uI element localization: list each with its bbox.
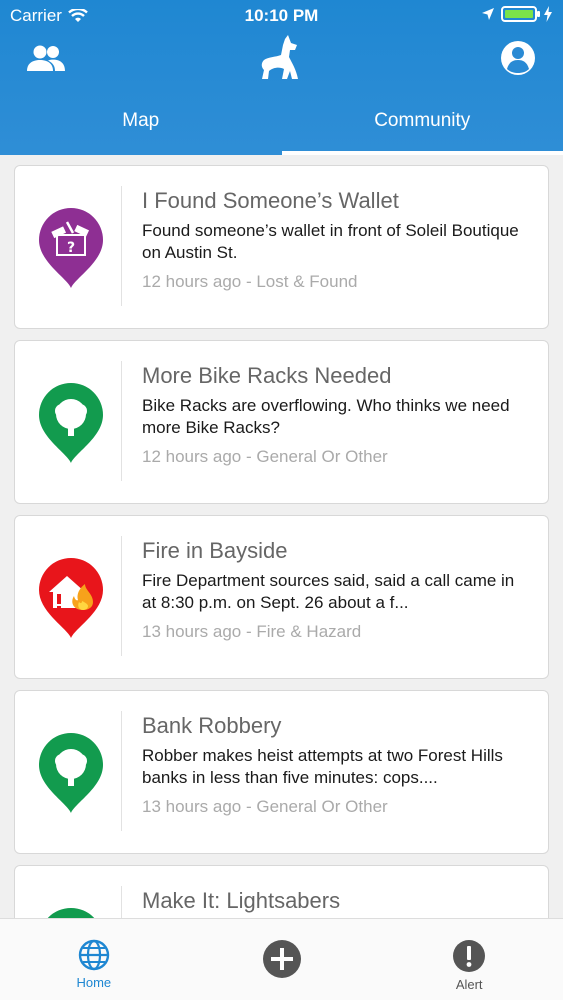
tab-community[interactable]: Community	[281, 95, 563, 155]
top-tabs: Map Community	[0, 95, 563, 155]
add-post-icon	[262, 940, 301, 978]
status-bar: Carrier 10:10 PM	[0, 0, 563, 30]
post-card[interactable]: ? I Found Someone’s Wallet Found someone…	[14, 165, 549, 329]
wolf-logo-icon	[254, 32, 310, 84]
alert-icon	[453, 940, 486, 972]
post-description: Robber makes heist attempts at two Fores…	[142, 746, 503, 787]
charging-bolt-icon	[544, 6, 552, 22]
post-title: More Bike Racks Needed	[142, 363, 392, 388]
post-title: Fire in Bayside	[142, 538, 288, 563]
users-icon	[27, 45, 65, 71]
post-title: I Found Someone’s Wallet	[142, 188, 399, 213]
tab-map[interactable]: Map	[0, 95, 282, 155]
app-header: Carrier 10:10 PM Map Community	[0, 0, 563, 155]
post-description: Found someone’s wallet in front of Solei…	[142, 221, 519, 262]
bottom-tab-bar: Home Alert	[0, 918, 563, 1000]
fire-house-icon	[39, 558, 103, 638]
globe-icon	[78, 939, 110, 971]
post-card[interactable]: Make It: Lightsabers	[14, 865, 549, 918]
post-description: Bike Racks are overflowing. Who thinks w…	[142, 396, 510, 437]
tree-icon	[47, 908, 95, 918]
post-description: Fire Department sources said, said a cal…	[142, 571, 515, 612]
svg-text:?: ?	[67, 240, 75, 256]
post-meta: 13 hours ago - General Or Other	[142, 797, 388, 816]
status-time: 10:10 PM	[244, 6, 319, 25]
community-users-button[interactable]	[22, 38, 70, 78]
nav-add-post[interactable]	[188, 919, 376, 1000]
tree-icon	[39, 383, 103, 463]
post-meta: 12 hours ago - Lost & Found	[142, 272, 358, 291]
tree-icon	[39, 733, 103, 813]
profile-icon	[501, 41, 535, 75]
post-card[interactable]: Bank Robbery Robber makes heist attempts…	[14, 690, 549, 854]
location-arrow-icon	[482, 8, 494, 20]
post-title: Bank Robbery	[142, 713, 282, 738]
community-feed[interactable]: ? I Found Someone’s Wallet Found someone…	[0, 155, 563, 918]
nav-home-label: Home	[76, 975, 112, 990]
post-meta: 12 hours ago - General Or Other	[142, 447, 388, 466]
nav-alert[interactable]: Alert	[375, 919, 563, 1000]
post-card[interactable]: More Bike Racks Needed Bike Racks are ov…	[14, 340, 549, 504]
nav-home[interactable]: Home	[0, 919, 188, 1000]
post-meta: 13 hours ago - Fire & Hazard	[142, 622, 362, 641]
post-card[interactable]: Fire in Bayside Fire Department sources …	[14, 515, 549, 679]
post-title: Make It: Lightsabers	[142, 888, 341, 913]
lost-found-icon: ?	[39, 208, 103, 288]
battery-icon	[501, 6, 540, 22]
nav-alert-label: Alert	[455, 977, 483, 992]
profile-button[interactable]	[496, 38, 540, 78]
